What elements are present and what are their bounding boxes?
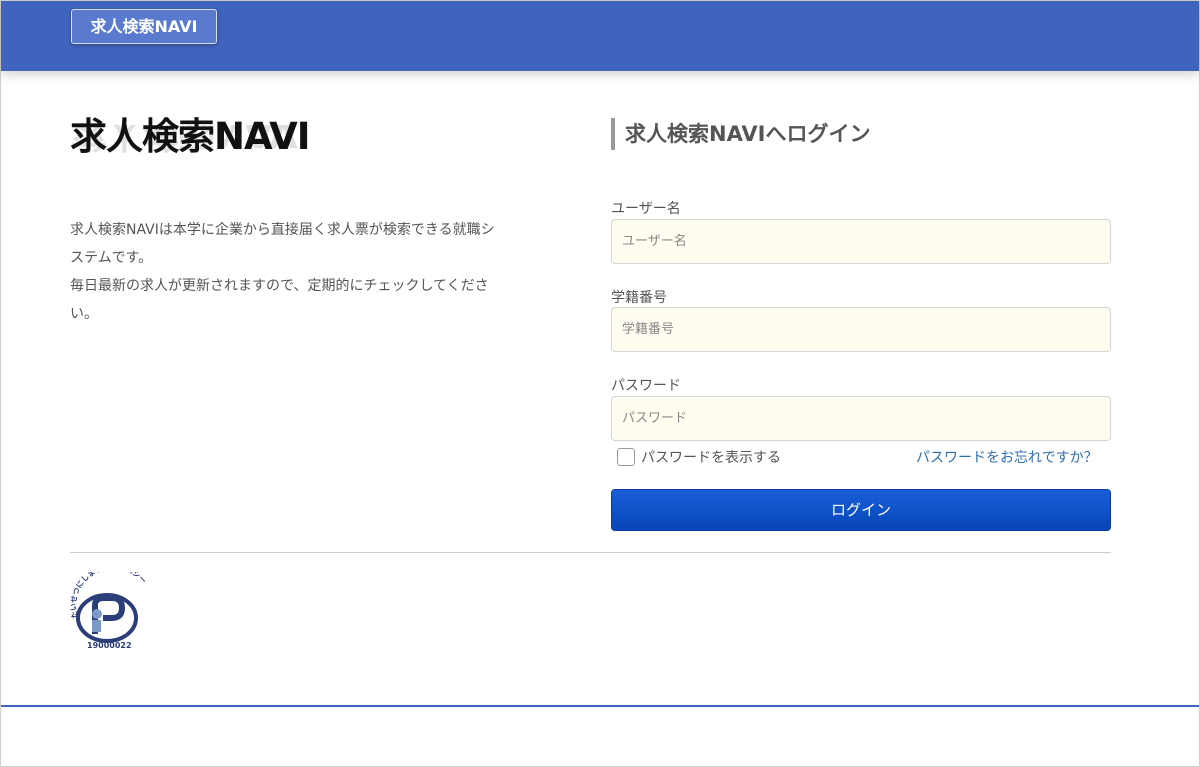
site-logo: 求人検索NAVI 求人検索NAVI [70,115,330,185]
logo-reflection: 求人検索NAVI [70,125,310,155]
login-button[interactable]: ログイン [611,489,1111,531]
show-password-checkbox[interactable] [617,448,635,466]
student-id-input[interactable] [611,307,1111,352]
top-header-bar: 求人検索NAVI [1,1,1199,71]
forgot-password-link[interactable]: パスワードをお忘れですか？ [916,447,1098,467]
username-input[interactable] [611,219,1111,264]
brand-home-button[interactable]: 求人検索NAVI [71,9,217,44]
site-description: 求人検索NAVIは本学に企業から直接届く求人票が検索できる就職システムです。 毎… [70,216,500,328]
footer-border-line [1,705,1199,707]
username-label: ユーザー名 [611,201,681,217]
description-paragraph-2: 毎日最新の求人が更新されますので、定期的にチェックしてください。 [70,278,489,322]
password-input[interactable] [611,396,1111,441]
password-label: パスワード [611,378,681,394]
description-paragraph-1: 求人検索NAVIは本学に企業から直接届く求人票が検索できる就職システムです。 [70,222,495,266]
show-password-label: パスワードを表示する [641,450,781,466]
privacy-mark-number: 19000022 [87,641,132,650]
student-id-label: 学籍番号 [611,290,667,306]
content-divider [70,552,1111,553]
login-form-title: 求人検索NAVIへログイン [611,118,870,150]
show-password-toggle[interactable]: パスワードを表示する [617,447,781,467]
